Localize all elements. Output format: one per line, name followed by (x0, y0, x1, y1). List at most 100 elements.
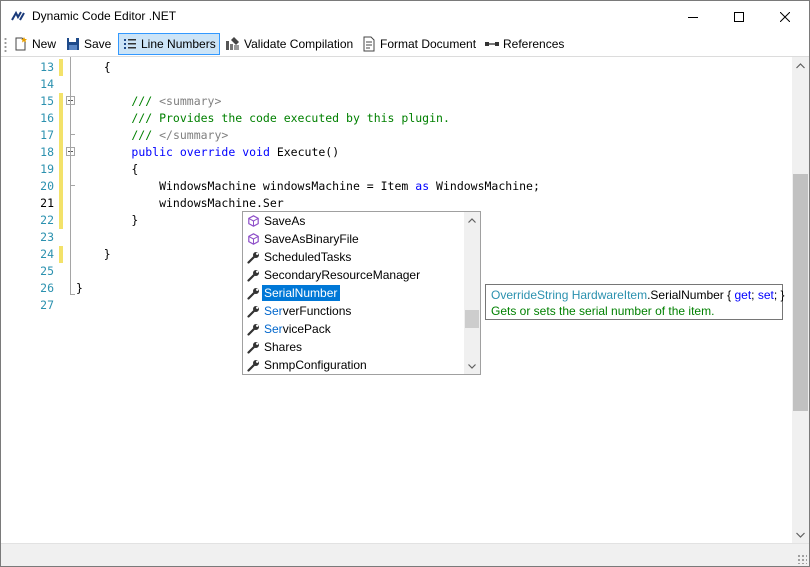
code-line[interactable]: 21 windowsMachine.Ser (1, 195, 792, 212)
line-number: 15 (40, 94, 54, 108)
change-marker (59, 178, 63, 195)
tooltip-brace-open: { (723, 288, 735, 302)
completion-scrollbar[interactable] (464, 212, 480, 374)
tooltip-member: SerialNumber (650, 288, 724, 302)
window-title: Dynamic Code Editor .NET (32, 9, 177, 23)
completion-item[interactable]: SecondaryResourceManager (243, 266, 464, 284)
code-token: { (76, 60, 111, 74)
code-token: } (76, 247, 111, 261)
references-label: References (503, 37, 565, 51)
code-line[interactable]: 13 { (1, 59, 792, 76)
tooltip-set: set (757, 288, 774, 302)
code-token: { (76, 162, 139, 176)
save-button-label: Save (84, 37, 112, 51)
completion-scroll-thumb[interactable] (465, 310, 479, 328)
code-line[interactable]: 14 (1, 76, 792, 93)
change-marker (59, 161, 63, 178)
completion-item[interactable]: ServerFunctions (243, 302, 464, 320)
code-token: windowsMachine.Ser (76, 196, 284, 210)
format-document-button[interactable]: Format Document (358, 33, 479, 55)
property-icon (244, 284, 262, 302)
completion-item[interactable]: SaveAs (243, 212, 464, 230)
line-number: 16 (40, 111, 54, 125)
completion-item-label: SerialNumber (262, 285, 341, 301)
change-marker (59, 212, 63, 229)
code-text: /// Provides the code executed by this p… (76, 110, 450, 127)
property-icon (244, 248, 262, 266)
scroll-up-button[interactable] (792, 57, 809, 74)
scroll-down-button[interactable] (792, 526, 809, 543)
minimize-button[interactable] (670, 1, 716, 32)
method-icon (244, 230, 262, 248)
line-number: 22 (40, 213, 54, 227)
change-marker (59, 246, 63, 263)
code-line[interactable]: 17 /// </summary> (1, 127, 792, 144)
line-number: 27 (40, 298, 54, 312)
completion-item-rest: verFunctions (282, 304, 352, 318)
code-token: WindowsMachine windowsMachine = Item (76, 179, 416, 193)
validate-label: Validate Compilation (244, 37, 354, 51)
scrollbar-thumb[interactable] (793, 174, 808, 411)
line-number: 20 (40, 179, 54, 193)
maximize-button[interactable] (716, 1, 762, 32)
completion-scroll-down[interactable] (464, 358, 480, 374)
completion-list[interactable]: SnmpConfiguration Shares ServicePack Server… (242, 211, 481, 375)
toolbar-grip[interactable] (4, 37, 7, 53)
code-line[interactable]: 18 public override void Execute() (1, 144, 792, 161)
line-number: 17 (40, 128, 54, 142)
property-icon (244, 320, 262, 338)
format-document-icon (363, 36, 375, 52)
completion-item-label: ServicePack (262, 321, 334, 337)
completion-item[interactable]: ServicePack (243, 320, 464, 338)
completion-item[interactable]: SaveAsBinaryFile (243, 230, 464, 248)
validate-compilation-button[interactable]: Validate Compilation (222, 33, 356, 55)
status-bar (1, 543, 809, 566)
code-line[interactable]: 15 /// <summary> (1, 93, 792, 110)
change-marker (59, 110, 63, 127)
references-button[interactable]: References (481, 33, 567, 55)
editor-vertical-scrollbar[interactable] (792, 57, 809, 543)
line-numbers-toggle[interactable]: Line Numbers (118, 33, 220, 55)
completion-scroll-up[interactable] (464, 212, 480, 228)
tooltip-separator: ; (751, 288, 758, 302)
completion-item-label: SaveAs (264, 214, 306, 228)
change-marker (59, 195, 63, 212)
resize-grip[interactable] (797, 554, 807, 564)
new-button[interactable]: New (10, 33, 59, 55)
line-number: 26 (40, 281, 54, 295)
member-tooltip: OverrideString HardwareItem.SerialNumber… (485, 284, 785, 320)
chevron-down-icon (796, 532, 805, 538)
line-number: 18 (40, 145, 54, 159)
toolbar: New Save Line Numbers Validate Compilati… (1, 32, 809, 57)
editor-window: Dynamic Code Editor .NET New Save Line N… (0, 0, 810, 567)
save-button[interactable]: Save (62, 33, 114, 55)
completion-item[interactable]: SerialNumber (243, 284, 464, 302)
tooltip-signature: OverrideString HardwareItem.SerialNumber… (491, 288, 785, 303)
code-line[interactable]: 20 WindowsMachine windowsMachine = Item … (1, 178, 792, 195)
line-number: 24 (40, 247, 54, 261)
property-icon (244, 266, 262, 284)
completion-item[interactable]: ScheduledTasks (243, 248, 464, 266)
completion-item-label: Shares (264, 340, 303, 354)
code-token: /// (76, 128, 160, 142)
code-text: WindowsMachine windowsMachine = Item as … (76, 178, 540, 195)
line-number: 23 (40, 230, 54, 244)
completion-item-label: ScheduledTasks (264, 250, 352, 264)
method-icon (244, 212, 262, 230)
code-token: /// (76, 94, 160, 108)
new-button-label: New (32, 37, 57, 51)
close-button[interactable] (762, 1, 808, 32)
completion-item[interactable]: Shares (243, 338, 464, 356)
code-text: /// </summary> (76, 127, 228, 144)
code-line[interactable]: 19 { (1, 161, 792, 178)
completion-item[interactable]: SnmpConfiguration (243, 356, 464, 374)
code-token: override (179, 145, 236, 159)
code-text: { (76, 59, 111, 76)
close-icon (780, 11, 790, 22)
code-line[interactable]: 16 /// Provides the code executed by thi… (1, 110, 792, 127)
code-token: <summary> (159, 94, 222, 108)
title-bar[interactable]: Dynamic Code Editor .NET (1, 1, 809, 32)
change-marker (59, 127, 63, 144)
code-text: } (76, 212, 138, 229)
